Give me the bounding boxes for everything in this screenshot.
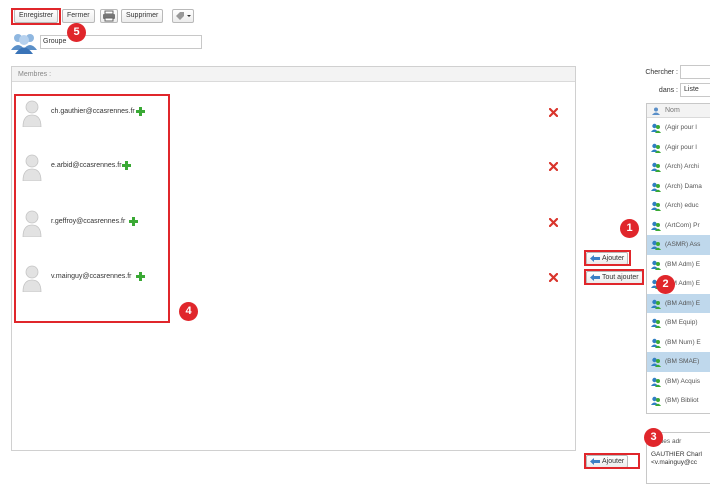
- list-item-label: (Arch) educ: [665, 202, 699, 209]
- annotation-badge-1: 1: [620, 219, 639, 238]
- list-item[interactable]: (Arch) educ: [647, 196, 710, 216]
- annotation-badge-5: 5: [67, 23, 86, 42]
- annotation-badge-2: 2: [656, 275, 675, 294]
- address-list[interactable]: Nom (Agir pour l (Agir pour l (Arch) Archi…: [646, 103, 710, 414]
- group-list-icon: [651, 338, 661, 348]
- list-item[interactable]: (BM Num) E: [647, 333, 710, 353]
- search-in-label: dans :: [658, 87, 678, 94]
- annotation-box-add-all: [584, 269, 644, 285]
- group-list-icon: [651, 396, 661, 406]
- group-list-icon: [651, 377, 661, 387]
- list-item[interactable]: (Agir pour l: [647, 118, 710, 138]
- search-input[interactable]: [680, 65, 710, 79]
- list-item-label: (ArtCom) Pr: [665, 221, 700, 229]
- list-item-label: (Arch) Archi: [665, 163, 699, 170]
- group-list-icon: [651, 201, 661, 211]
- list-item[interactable]: (BM Equip): [647, 313, 710, 333]
- group-list-icon: [651, 221, 661, 231]
- annotation-box-members: [14, 94, 170, 323]
- list-item-label: (BM) Bibliot: [665, 397, 699, 404]
- list-item-label: (Agir pour l: [665, 124, 697, 131]
- printer-icon[interactable]: [100, 9, 118, 23]
- list-item-label: (BM Adm) E: [665, 299, 701, 307]
- annotation-badge-4: 4: [179, 302, 198, 321]
- list-item[interactable]: (BM) Acquis: [647, 372, 710, 392]
- group-list-icon: [651, 143, 661, 153]
- list-item-label: (BM Num) E: [665, 338, 701, 346]
- list-item[interactable]: (ArtCom) Pr: [647, 216, 710, 236]
- list-item-label: (Agir pour l: [665, 143, 697, 151]
- annotation-box-add: [584, 250, 631, 266]
- list-item-label: (BM Equip): [665, 319, 698, 326]
- list-item[interactable]: (BM SMAE): [647, 352, 710, 372]
- list-item[interactable]: (BM) Bibliot: [647, 391, 710, 411]
- list-item-label: (Arch) Dama: [665, 182, 702, 190]
- address-text: GAUTHIER Charl <v.mainguy@cc: [651, 451, 702, 466]
- list-header-label: Nom: [665, 107, 680, 114]
- remove-x-icon[interactable]: [549, 162, 558, 171]
- annotation-box-add-address: [584, 453, 640, 469]
- list-header[interactable]: Nom: [647, 104, 710, 118]
- list-item[interactable]: (Arch) Dama: [647, 177, 710, 197]
- list-item[interactable]: (Arch) Archi: [647, 157, 710, 177]
- person-icon: [652, 107, 660, 115]
- list-item[interactable]: (BM Adm) E: [647, 293, 710, 313]
- group-list-icon: [651, 182, 661, 192]
- remove-x-icon[interactable]: [549, 108, 558, 117]
- search-label: Chercher :: [645, 69, 678, 76]
- list-item-label: (BM) Acquis: [665, 377, 701, 385]
- group-list-icon: [651, 357, 661, 367]
- close-button[interactable]: Fermer: [62, 9, 95, 23]
- group-name-input[interactable]: Groupe: [40, 35, 202, 49]
- list-item-label: (BM SMAE): [665, 358, 700, 365]
- group-list-icon: [651, 162, 661, 172]
- list-item[interactable]: (BM Adm) E: [647, 255, 710, 275]
- group-list-icon: [651, 123, 661, 133]
- list-item[interactable]: (ASMR) Ass: [647, 235, 710, 255]
- remove-x-icon[interactable]: [549, 273, 558, 282]
- list-item-label: (ASMR) Ass: [665, 241, 701, 248]
- delete-button[interactable]: Supprimer: [121, 9, 164, 23]
- group-users-icon: [10, 30, 38, 54]
- search-in-select[interactable]: Liste: [680, 83, 710, 97]
- tag-dropdown-icon[interactable]: [172, 9, 194, 23]
- group-list-icon: [651, 240, 661, 250]
- group-list-icon: [651, 299, 661, 309]
- group-list-icon: [651, 318, 661, 328]
- annotation-box-save: [11, 8, 61, 25]
- group-list-icon: [651, 260, 661, 270]
- list-item[interactable]: (Agir pour l: [647, 138, 710, 158]
- list-item-label: (BM Adm) E: [665, 260, 701, 268]
- list-item[interactable]: (BQ Centre): [647, 411, 710, 414]
- members-header: Membres :: [12, 67, 575, 82]
- annotation-badge-3: 3: [644, 428, 663, 447]
- remove-x-icon[interactable]: [549, 218, 558, 227]
